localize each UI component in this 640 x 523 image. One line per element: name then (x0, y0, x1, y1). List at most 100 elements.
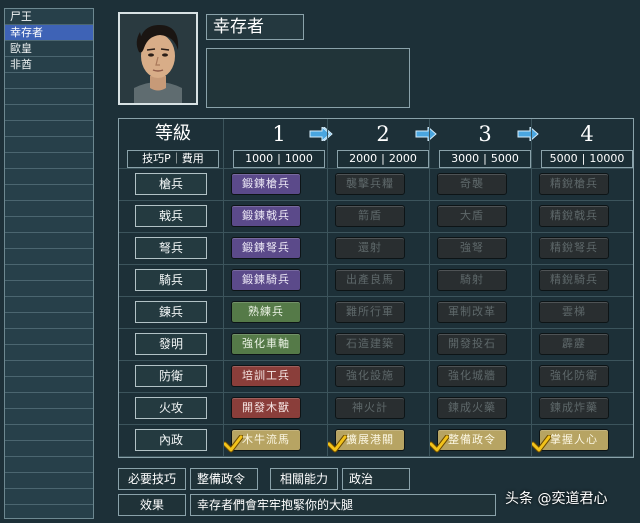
required-skill-value: 整備政令 (190, 468, 258, 490)
list-item-empty[interactable] (5, 185, 93, 201)
portrait-face-icon (120, 14, 196, 103)
list-item-empty[interactable] (5, 169, 93, 185)
skill-button[interactable]: 鍛鍊槍兵 (231, 173, 301, 195)
row-divider (119, 232, 633, 233)
category-label: 火攻 (135, 397, 207, 419)
list-item[interactable]: 幸存者 (5, 25, 93, 41)
list-item-empty[interactable] (5, 249, 93, 265)
skill-button[interactable]: 襲擊兵糧 (335, 173, 405, 195)
skill-button[interactable]: 鍛鍊弩兵 (231, 237, 301, 259)
list-item-empty[interactable] (5, 137, 93, 153)
skill-button[interactable]: 大盾 (437, 205, 507, 227)
skill-button[interactable]: 精銳槍兵 (539, 173, 609, 195)
list-item-empty[interactable] (5, 361, 93, 377)
list-item-empty[interactable] (5, 473, 93, 489)
list-item-empty[interactable] (5, 409, 93, 425)
gold-cost: 1000 (284, 152, 313, 165)
category-label: 鍊兵 (135, 301, 207, 323)
column-divider (327, 119, 328, 457)
row-divider (119, 392, 633, 393)
list-item-empty[interactable] (5, 297, 93, 313)
skill-button[interactable]: 出產良馬 (335, 269, 405, 291)
portrait-icon (118, 12, 198, 105)
skill-button[interactable]: 鍊成炸藥 (539, 397, 609, 419)
skill-button[interactable]: 難所行軍 (335, 301, 405, 323)
row-divider (119, 296, 633, 297)
list-item-empty[interactable] (5, 233, 93, 249)
skill-button[interactable]: 培訓工兵 (231, 365, 301, 387)
skill-button[interactable]: 鍊成火藥 (437, 397, 507, 419)
skill-button[interactable]: 熟練兵 (231, 301, 301, 323)
column-divider (223, 119, 224, 457)
category-label: 騎兵 (135, 269, 207, 291)
skill-button[interactable]: 精銳弩兵 (539, 237, 609, 259)
skill-button[interactable]: 開發投石 (437, 333, 507, 355)
list-item-empty[interactable] (5, 457, 93, 473)
skill-points: 2000 (349, 152, 378, 165)
category-label: 防衛 (135, 365, 207, 387)
list-item-empty[interactable] (5, 121, 93, 137)
skill-button[interactable]: 開發木獸 (231, 397, 301, 419)
skill-button[interactable]: 強弩 (437, 237, 507, 259)
skill-button[interactable]: 強化防衛 (539, 365, 609, 387)
skill-button[interactable]: 強化城牆 (437, 365, 507, 387)
list-item[interactable]: 尸王 (5, 9, 93, 25)
list-item-empty[interactable] (5, 89, 93, 105)
skill-points: 1000 (245, 152, 274, 165)
list-item-empty[interactable] (5, 265, 93, 281)
skill-button[interactable]: 雲梯 (539, 301, 609, 323)
skill-button[interactable]: 精銳騎兵 (539, 269, 609, 291)
hero-name: 幸存者 (206, 14, 304, 40)
character-list: 尸王 幸存者 歐皇 非酋 (4, 8, 94, 519)
row-divider (119, 168, 633, 169)
skill-button[interactable]: 精銳戟兵 (539, 205, 609, 227)
list-item-empty[interactable] (5, 73, 93, 89)
skill-button[interactable]: 還射 (335, 237, 405, 259)
effect-value: 幸存者們會牢牢抱緊你的大腿 (190, 494, 496, 516)
list-item[interactable]: 歐皇 (5, 41, 93, 57)
category-label: 弩兵 (135, 237, 207, 259)
list-item-empty[interactable] (5, 201, 93, 217)
skill-button[interactable]: 奇襲 (437, 173, 507, 195)
list-item-empty[interactable] (5, 489, 93, 505)
skill-button[interactable]: 騎射 (437, 269, 507, 291)
row-divider (119, 424, 633, 425)
row-divider (119, 328, 633, 329)
list-item-empty[interactable] (5, 377, 93, 393)
checkmark-icon (429, 435, 449, 453)
skill-button[interactable]: 箭盾 (335, 205, 405, 227)
row-divider (119, 264, 633, 265)
skill-button[interactable]: 強化設施 (335, 365, 405, 387)
skill-points: 3000 (451, 152, 480, 165)
list-item-empty[interactable] (5, 441, 93, 457)
list-item-empty[interactable] (5, 281, 93, 297)
tech-grid: 等級 技巧P｜費用 1 1000 | 1000 2 2000 | 2000 3 3000 | 5000… (118, 118, 634, 458)
skill-button[interactable]: 霹靂 (539, 333, 609, 355)
level-header: 等級 技巧P｜費用 (123, 121, 223, 168)
list-item-empty[interactable] (5, 105, 93, 121)
watermark: 头条 @奕道君心 (505, 491, 608, 507)
gold-cost: 10000 (589, 152, 625, 165)
arrow-right-icon (517, 127, 539, 141)
row-divider (119, 456, 633, 457)
level-cost: 3000 | 5000 (439, 150, 531, 168)
arrow-right-icon (415, 127, 437, 141)
skill-button[interactable]: 軍制改革 (437, 301, 507, 323)
list-item-empty[interactable] (5, 153, 93, 169)
level-4-header: 4 5000 | 10000 (537, 121, 637, 168)
skill-button[interactable]: 神火計 (335, 397, 405, 419)
list-item[interactable]: 非酋 (5, 57, 93, 73)
list-item-empty[interactable] (5, 217, 93, 233)
list-item-empty[interactable] (5, 393, 93, 409)
checkmark-icon (531, 435, 551, 453)
checkmark-icon (327, 435, 347, 453)
skill-button[interactable]: 鍛鍊戟兵 (231, 205, 301, 227)
skill-button[interactable]: 強化車軸 (231, 333, 301, 355)
list-item-empty[interactable] (5, 329, 93, 345)
skill-button[interactable]: 石造建築 (335, 333, 405, 355)
list-item-empty[interactable] (5, 425, 93, 441)
list-item-empty[interactable] (5, 345, 93, 361)
list-item-empty[interactable] (5, 313, 93, 329)
skill-button[interactable]: 鍛鍊騎兵 (231, 269, 301, 291)
row-divider (119, 360, 633, 361)
